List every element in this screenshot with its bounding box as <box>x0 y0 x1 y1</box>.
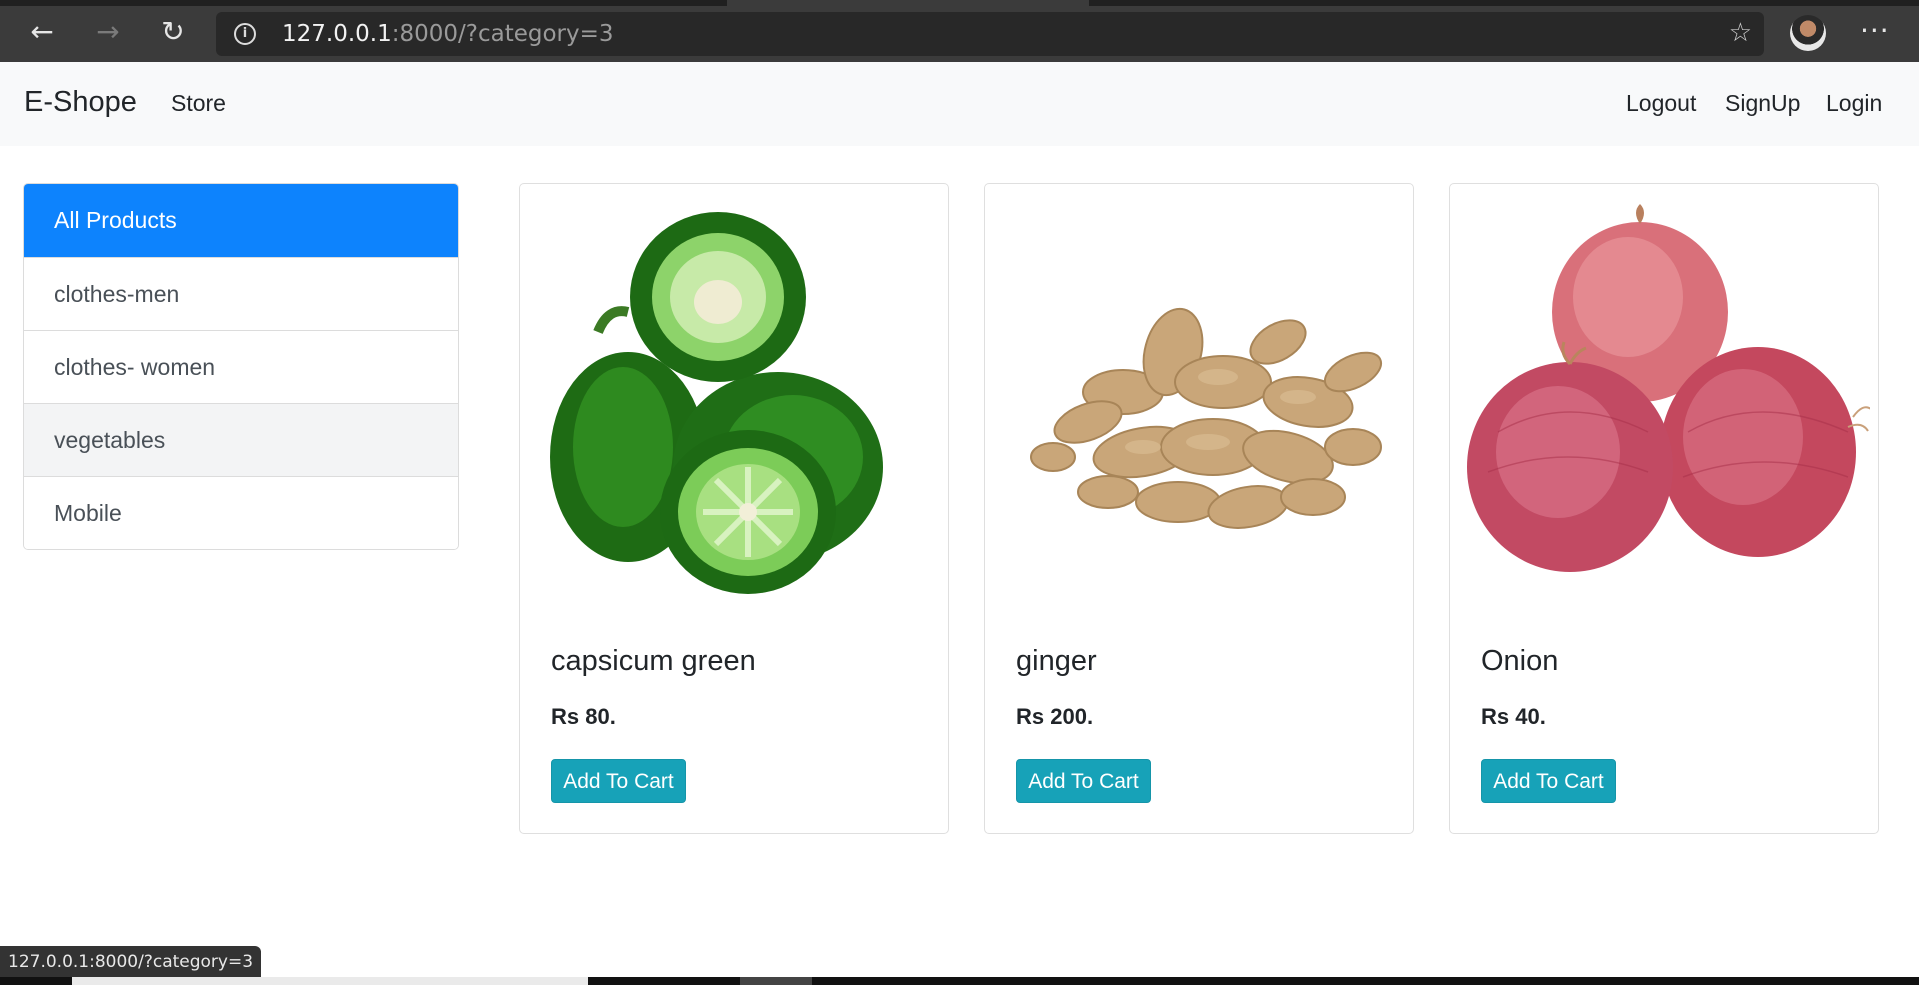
forward-icon[interactable]: → <box>88 14 128 50</box>
back-icon[interactable]: ← <box>22 14 62 50</box>
more-icon[interactable]: ··· <box>1860 14 1890 47</box>
product-name[interactable]: capsicum green <box>551 645 756 678</box>
scroll-segment <box>72 977 588 985</box>
product-name[interactable]: ginger <box>1016 645 1097 678</box>
bottom-scroll-strip <box>0 977 1919 985</box>
product-price: Rs 80. <box>551 704 616 729</box>
nav-store[interactable]: Store <box>171 90 226 117</box>
avatar[interactable] <box>1790 15 1826 51</box>
active-tab[interactable] <box>727 0 1089 6</box>
category-list: All Products clothes-men clothes- women … <box>23 183 459 550</box>
add-to-cart-button[interactable]: Add To Cart <box>1016 759 1151 803</box>
product-card: capsicum green Rs 80. Add To Cart <box>519 183 949 834</box>
product-price: Rs 40. <box>1481 704 1546 729</box>
product-card: ginger Rs 200. Add To Cart <box>984 183 1414 834</box>
url-path: :8000/?category=3 <box>391 21 614 47</box>
category-vegetables[interactable]: vegetables <box>24 403 458 476</box>
nav-logout[interactable]: Logout <box>1626 90 1696 117</box>
product-price: Rs 200. <box>1016 704 1094 729</box>
category-all-products[interactable]: All Products <box>24 184 458 257</box>
add-to-cart-button[interactable]: Add To Cart <box>551 759 686 803</box>
scroll-segment <box>740 977 812 985</box>
product-image-onion <box>1467 204 1870 572</box>
address-bar[interactable]: i 127.0.0.1:8000/?category=3 ☆ <box>216 12 1764 56</box>
add-to-cart-button[interactable]: Add To Cart <box>1481 759 1616 803</box>
star-icon[interactable]: ☆ <box>1729 18 1752 48</box>
nav-signup[interactable]: SignUp <box>1725 90 1800 117</box>
nav-login[interactable]: Login <box>1826 90 1882 117</box>
url-host: 127.0.0.1 <box>282 21 392 47</box>
status-url-bubble: 127.0.0.1:8000/?category=3 <box>0 946 262 978</box>
product-image-ginger <box>1030 307 1383 529</box>
category-clothes-women[interactable]: clothes- women <box>24 330 458 403</box>
site-navbar: E-Shope Store Logout SignUp Login <box>0 62 1919 146</box>
category-clothes-men[interactable]: clothes-men <box>24 257 458 330</box>
product-card: Onion Rs 40. Add To Cart <box>1449 183 1879 834</box>
browser-toolbar: ← → ↻ i 127.0.0.1:8000/?category=3 ☆ ··· <box>0 0 1919 62</box>
tab-strip <box>0 0 1919 6</box>
reload-icon[interactable]: ↻ <box>153 14 193 50</box>
brand-link[interactable]: E-Shope <box>24 86 137 119</box>
url-text[interactable]: 127.0.0.1:8000/?category=3 <box>282 21 614 47</box>
product-name[interactable]: Onion <box>1481 645 1558 678</box>
info-icon[interactable]: i <box>234 23 256 45</box>
product-image-capsicum <box>550 212 883 594</box>
category-mobile[interactable]: Mobile <box>24 476 458 549</box>
